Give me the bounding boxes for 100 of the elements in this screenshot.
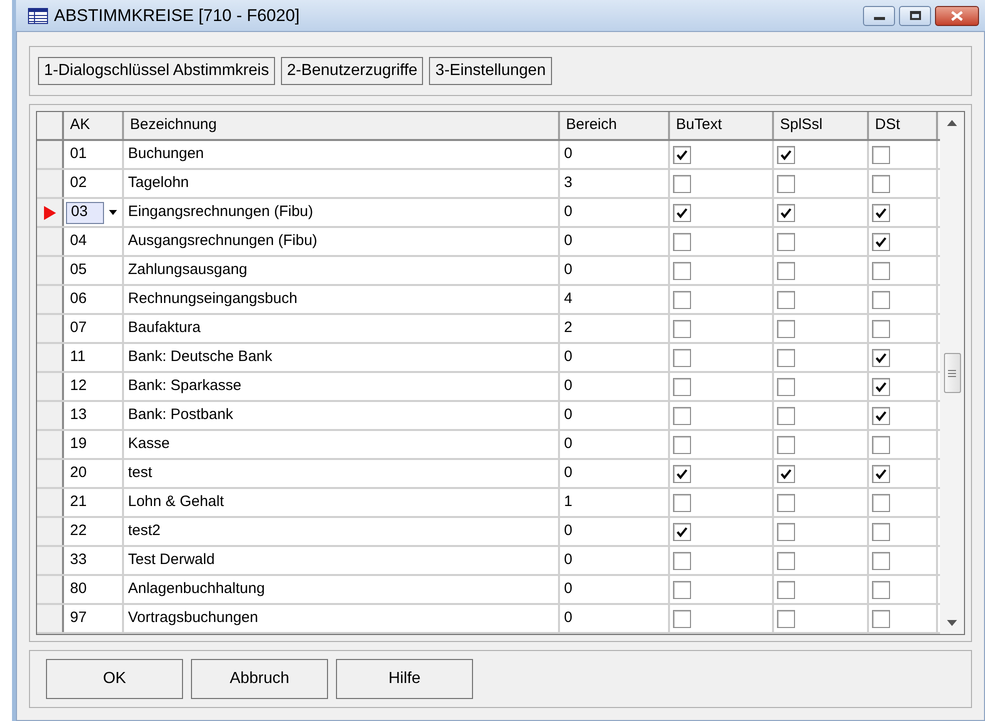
checkbox[interactable] bbox=[777, 262, 795, 280]
row-header[interactable] bbox=[37, 489, 64, 516]
checkbox[interactable] bbox=[673, 320, 691, 338]
row-header[interactable] bbox=[37, 576, 64, 603]
checkbox[interactable] bbox=[673, 436, 691, 454]
checkbox[interactable] bbox=[777, 552, 795, 570]
checkbox[interactable] bbox=[777, 464, 795, 482]
scroll-down-icon[interactable] bbox=[947, 620, 957, 626]
checkbox[interactable] bbox=[872, 146, 890, 164]
row-header[interactable] bbox=[37, 199, 64, 226]
row-header[interactable] bbox=[37, 605, 64, 632]
scroll-thumb[interactable] bbox=[944, 353, 960, 393]
dialog-button[interactable]: Abbruch bbox=[191, 659, 328, 699]
column-header[interactable]: SplSsl bbox=[774, 112, 869, 139]
checkbox[interactable] bbox=[777, 232, 795, 250]
row-header[interactable] bbox=[37, 547, 64, 574]
dialog-button[interactable]: Hilfe bbox=[336, 659, 473, 699]
checkbox[interactable] bbox=[673, 146, 691, 164]
checkbox[interactable] bbox=[872, 204, 890, 222]
checkbox[interactable] bbox=[777, 494, 795, 512]
checkbox[interactable] bbox=[673, 262, 691, 280]
table-cell-text: Buchungen bbox=[128, 144, 204, 164]
tab[interactable]: 1-Dialogschlüssel Abstimmkreis bbox=[38, 57, 275, 85]
checkbox[interactable] bbox=[673, 378, 691, 396]
table-cell-text: 3 bbox=[564, 173, 572, 194]
table-cell-text: 22 bbox=[69, 521, 88, 542]
checkbox[interactable] bbox=[872, 378, 890, 396]
row-header[interactable] bbox=[37, 402, 64, 429]
row-header[interactable] bbox=[37, 228, 64, 255]
checkbox[interactable] bbox=[673, 348, 691, 366]
table-cell-text: Bank: Postbank bbox=[128, 405, 234, 426]
close-button[interactable] bbox=[935, 6, 979, 26]
table-cell-text: 07 bbox=[69, 318, 88, 338]
scrollbar[interactable] bbox=[940, 112, 964, 634]
checkbox[interactable] bbox=[673, 406, 691, 424]
checkbox[interactable] bbox=[872, 320, 890, 338]
scroll-up-icon[interactable] bbox=[947, 120, 957, 126]
table-cell-text: 21 bbox=[69, 492, 88, 512]
checkbox[interactable] bbox=[777, 436, 795, 454]
checkbox[interactable] bbox=[872, 494, 890, 512]
minimize-button[interactable] bbox=[863, 6, 895, 26]
row-header[interactable] bbox=[37, 170, 64, 197]
checkbox[interactable] bbox=[777, 610, 795, 628]
row-header[interactable] bbox=[37, 518, 64, 545]
table-cell-text: 0 bbox=[564, 579, 572, 600]
checkbox[interactable] bbox=[673, 494, 691, 512]
checkbox[interactable] bbox=[777, 406, 795, 424]
column-header[interactable]: AK bbox=[64, 112, 124, 139]
table-icon bbox=[28, 8, 48, 24]
table-cell-text: test bbox=[128, 463, 152, 484]
checkbox[interactable] bbox=[872, 232, 890, 250]
row-header[interactable] bbox=[37, 141, 64, 168]
column-header[interactable]: Bereich bbox=[560, 112, 670, 139]
row-header[interactable] bbox=[37, 460, 64, 487]
checkbox[interactable] bbox=[872, 406, 890, 424]
tab[interactable]: 2-Benutzerzugriffe bbox=[280, 57, 424, 85]
row-header[interactable] bbox=[37, 373, 64, 400]
table-cell-text: Bank: Deutsche Bank bbox=[128, 347, 272, 368]
cell-text: 03 bbox=[71, 202, 88, 222]
checkbox[interactable] bbox=[777, 290, 795, 308]
checkbox[interactable] bbox=[777, 348, 795, 366]
row-header[interactable] bbox=[37, 431, 64, 458]
checkbox[interactable] bbox=[673, 174, 691, 192]
checkbox[interactable] bbox=[673, 522, 691, 540]
checkbox[interactable] bbox=[872, 436, 890, 454]
checkbox[interactable] bbox=[777, 320, 795, 338]
checkbox[interactable] bbox=[777, 378, 795, 396]
checkbox[interactable] bbox=[872, 610, 890, 628]
checkbox[interactable] bbox=[673, 232, 691, 250]
checkbox[interactable] bbox=[777, 146, 795, 164]
tab[interactable]: 3-Einstellungen bbox=[429, 57, 552, 85]
checkbox[interactable] bbox=[872, 464, 890, 482]
checkbox[interactable] bbox=[872, 262, 890, 280]
checkbox[interactable] bbox=[673, 552, 691, 570]
checkbox[interactable] bbox=[673, 204, 691, 222]
row-header[interactable] bbox=[37, 344, 64, 371]
row-header[interactable] bbox=[37, 257, 64, 284]
table-cell-text: 20 bbox=[69, 463, 88, 484]
checkbox[interactable] bbox=[673, 580, 691, 598]
checkbox[interactable] bbox=[872, 290, 890, 308]
checkbox[interactable] bbox=[872, 552, 890, 570]
checkbox[interactable] bbox=[872, 522, 890, 540]
checkbox[interactable] bbox=[777, 174, 795, 192]
checkbox[interactable] bbox=[673, 290, 691, 308]
maximize-button[interactable] bbox=[899, 6, 931, 26]
checkbox[interactable] bbox=[777, 522, 795, 540]
checkbox[interactable] bbox=[872, 174, 890, 192]
checkbox[interactable] bbox=[777, 580, 795, 598]
row-header[interactable] bbox=[37, 315, 64, 342]
checkbox[interactable] bbox=[777, 204, 795, 222]
row-header[interactable] bbox=[37, 286, 64, 313]
column-header[interactable]: DSt bbox=[869, 112, 938, 139]
column-header[interactable]: BuText bbox=[670, 112, 774, 139]
checkbox[interactable] bbox=[872, 348, 890, 366]
checkbox[interactable] bbox=[673, 610, 691, 628]
checkbox[interactable] bbox=[673, 464, 691, 482]
dialog-button[interactable]: OK bbox=[46, 659, 183, 699]
checkbox[interactable] bbox=[872, 580, 890, 598]
column-header[interactable]: Bezeichnung bbox=[124, 112, 560, 139]
table-cell-text: 0 bbox=[564, 608, 572, 628]
